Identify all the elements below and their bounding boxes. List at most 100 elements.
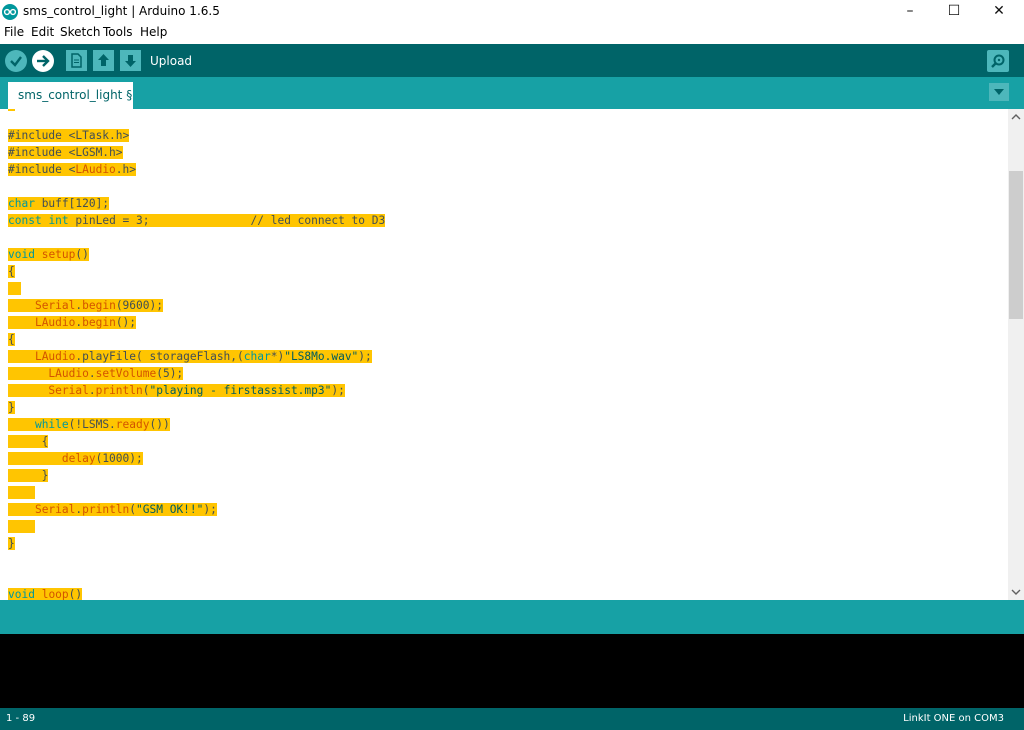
code-line: } <box>8 535 385 552</box>
code-token: . <box>88 367 96 380</box>
code-token: "playing - firstassist.mp3" <box>149 384 332 397</box>
code-line: LAudio.setVolume(5); <box>8 365 385 382</box>
code-token: . <box>88 384 96 397</box>
tab-sms-control-light[interactable]: sms_control_light § <box>8 82 133 109</box>
code-token: ready <box>115 418 150 431</box>
highlighted-code: LAudio.setVolume(5); <box>8 367 184 380</box>
code-line: { <box>8 263 385 280</box>
verify-button[interactable] <box>5 50 27 72</box>
code-token: ); <box>358 350 372 363</box>
code-token: } <box>8 401 15 414</box>
highlighted-code: { <box>8 265 15 278</box>
scrollbar-thumb[interactable] <box>1009 171 1023 319</box>
code-token: LAudio <box>48 367 89 380</box>
code-token: setup <box>41 248 76 261</box>
code-token: void <box>8 588 35 600</box>
highlighted-code: Serial.println("playing - firstassist.mp… <box>8 384 345 397</box>
highlighted-code: while(!LSMS.ready()) <box>8 418 170 431</box>
code-line <box>8 280 385 297</box>
highlighted-code: } <box>8 469 49 482</box>
code-line: void setup() <box>8 246 385 263</box>
toolbar-hint-label: Upload <box>150 54 193 68</box>
serial-monitor-button[interactable] <box>987 50 1009 72</box>
scroll-up-icon[interactable] <box>1008 109 1024 125</box>
code-line: #include <LAudio.h> <box>8 161 385 178</box>
highlighted-code: { <box>8 435 49 448</box>
code-token: LAudio <box>75 163 116 176</box>
arrow-right-icon <box>37 55 50 67</box>
code-token: (5); <box>156 367 184 380</box>
menu-help[interactable]: Help <box>140 25 167 39</box>
code-token: while <box>34 418 69 431</box>
code-token: void <box>8 248 35 261</box>
scroll-down-icon[interactable] <box>1008 584 1024 600</box>
highlighted-code: void setup() <box>8 248 89 261</box>
menu-file[interactable]: File <box>4 25 24 39</box>
code-token: (); <box>115 316 137 329</box>
menu-edit[interactable]: Edit <box>31 25 54 39</box>
code-token: .playFile( storageFlash,( <box>75 350 244 363</box>
highlighted-code: #include <LGSM.h> <box>8 146 123 159</box>
code-token: int <box>48 214 69 227</box>
new-file-icon <box>71 53 82 68</box>
code-line: { <box>8 331 385 348</box>
console-output[interactable] <box>0 634 1024 708</box>
code-token: ()) <box>149 418 170 431</box>
highlighted-code: LAudio.playFile( storageFlash,(char*)"LS… <box>8 350 372 363</box>
highlighted-code: char buff[120]; <box>8 197 110 210</box>
highlighted-code: #include <LAudio.h> <box>8 163 137 176</box>
close-button[interactable]: ✕ <box>976 0 1022 24</box>
code-line <box>8 518 385 535</box>
new-button[interactable] <box>66 50 87 71</box>
code-line: } <box>8 467 385 484</box>
highlighted-code: LAudio.begin(); <box>8 316 137 329</box>
window-title: sms_control_light | Arduino 1.6.5 <box>23 4 220 18</box>
board-port-indicator: LinkIt ONE on COM3 <box>903 713 1004 724</box>
code-token: "LS8Mo.wav" <box>284 350 359 363</box>
code-line: char buff[120]; <box>8 195 385 212</box>
minimize-button[interactable]: – <box>887 0 933 24</box>
highlighted-code <box>8 282 22 295</box>
checkmark-icon <box>10 56 22 67</box>
line-number-indicator: 1 - 89 <box>6 713 36 724</box>
maximize-button[interactable]: ☐ <box>931 0 977 24</box>
tab-menu-button[interactable] <box>989 83 1009 101</box>
code-line: #include <LGSM.h> <box>8 144 385 161</box>
highlighted-code: const int pinLed = 3; // led connect to … <box>8 214 386 227</box>
code-editor[interactable]: #include <LTask.h> #include <LGSM.h> #incl… <box>0 109 1008 600</box>
code-lines: #include <LTask.h> #include <LGSM.h> #incl… <box>8 127 386 600</box>
code-token: #include <box>8 146 69 159</box>
open-button[interactable] <box>93 50 114 71</box>
code-token: .h> <box>115 163 137 176</box>
highlighted-code: } <box>8 537 15 550</box>
editor-scrollbar[interactable] <box>1008 109 1024 600</box>
menu-bar: File Edit Sketch Tools Help <box>0 24 1024 42</box>
code-line: { <box>8 433 385 450</box>
highlighted-code: Serial.println("GSM OK!!"); <box>8 503 217 516</box>
menu-sketch[interactable]: Sketch <box>60 25 100 39</box>
code-token: *) <box>270 350 285 363</box>
code-token: } <box>8 537 15 550</box>
message-area <box>0 600 1024 634</box>
upload-button[interactable] <box>32 50 54 72</box>
code-token: ( <box>142 384 150 397</box>
code-token: pinLed = 3; // led connect to D3 <box>68 214 386 227</box>
code-token: Serial <box>34 503 76 516</box>
code-token: begin <box>82 299 116 312</box>
menu-tools[interactable]: Tools <box>103 25 133 39</box>
code-token: #include <box>8 129 69 142</box>
code-token: Serial <box>48 384 89 397</box>
code-token: char <box>8 197 35 210</box>
code-token: LAudio <box>34 316 76 329</box>
code-token: { <box>8 333 15 346</box>
save-button[interactable] <box>120 50 141 71</box>
